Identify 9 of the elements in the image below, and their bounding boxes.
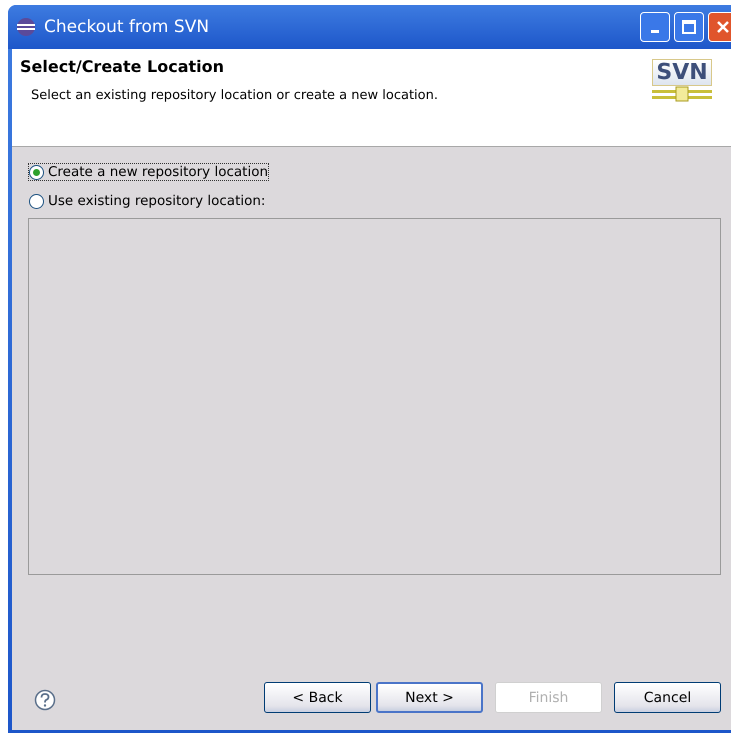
radio-option[interactable]: Use existing repository location: [28, 192, 266, 210]
dialog-button[interactable]: < Back [264, 682, 371, 713]
page-description: Select an existing repository location or create a new location. [30, 88, 439, 103]
page-title: Select/Create Location [20, 57, 226, 76]
dialog-button[interactable]: Next > [376, 682, 483, 713]
window-title: Checkout from SVN [44, 17, 210, 37]
radio-option[interactable]: Create a new repository location [28, 163, 270, 181]
dialog-button[interactable]: Cancel [614, 682, 721, 713]
logo-text: SVN [652, 59, 712, 86]
